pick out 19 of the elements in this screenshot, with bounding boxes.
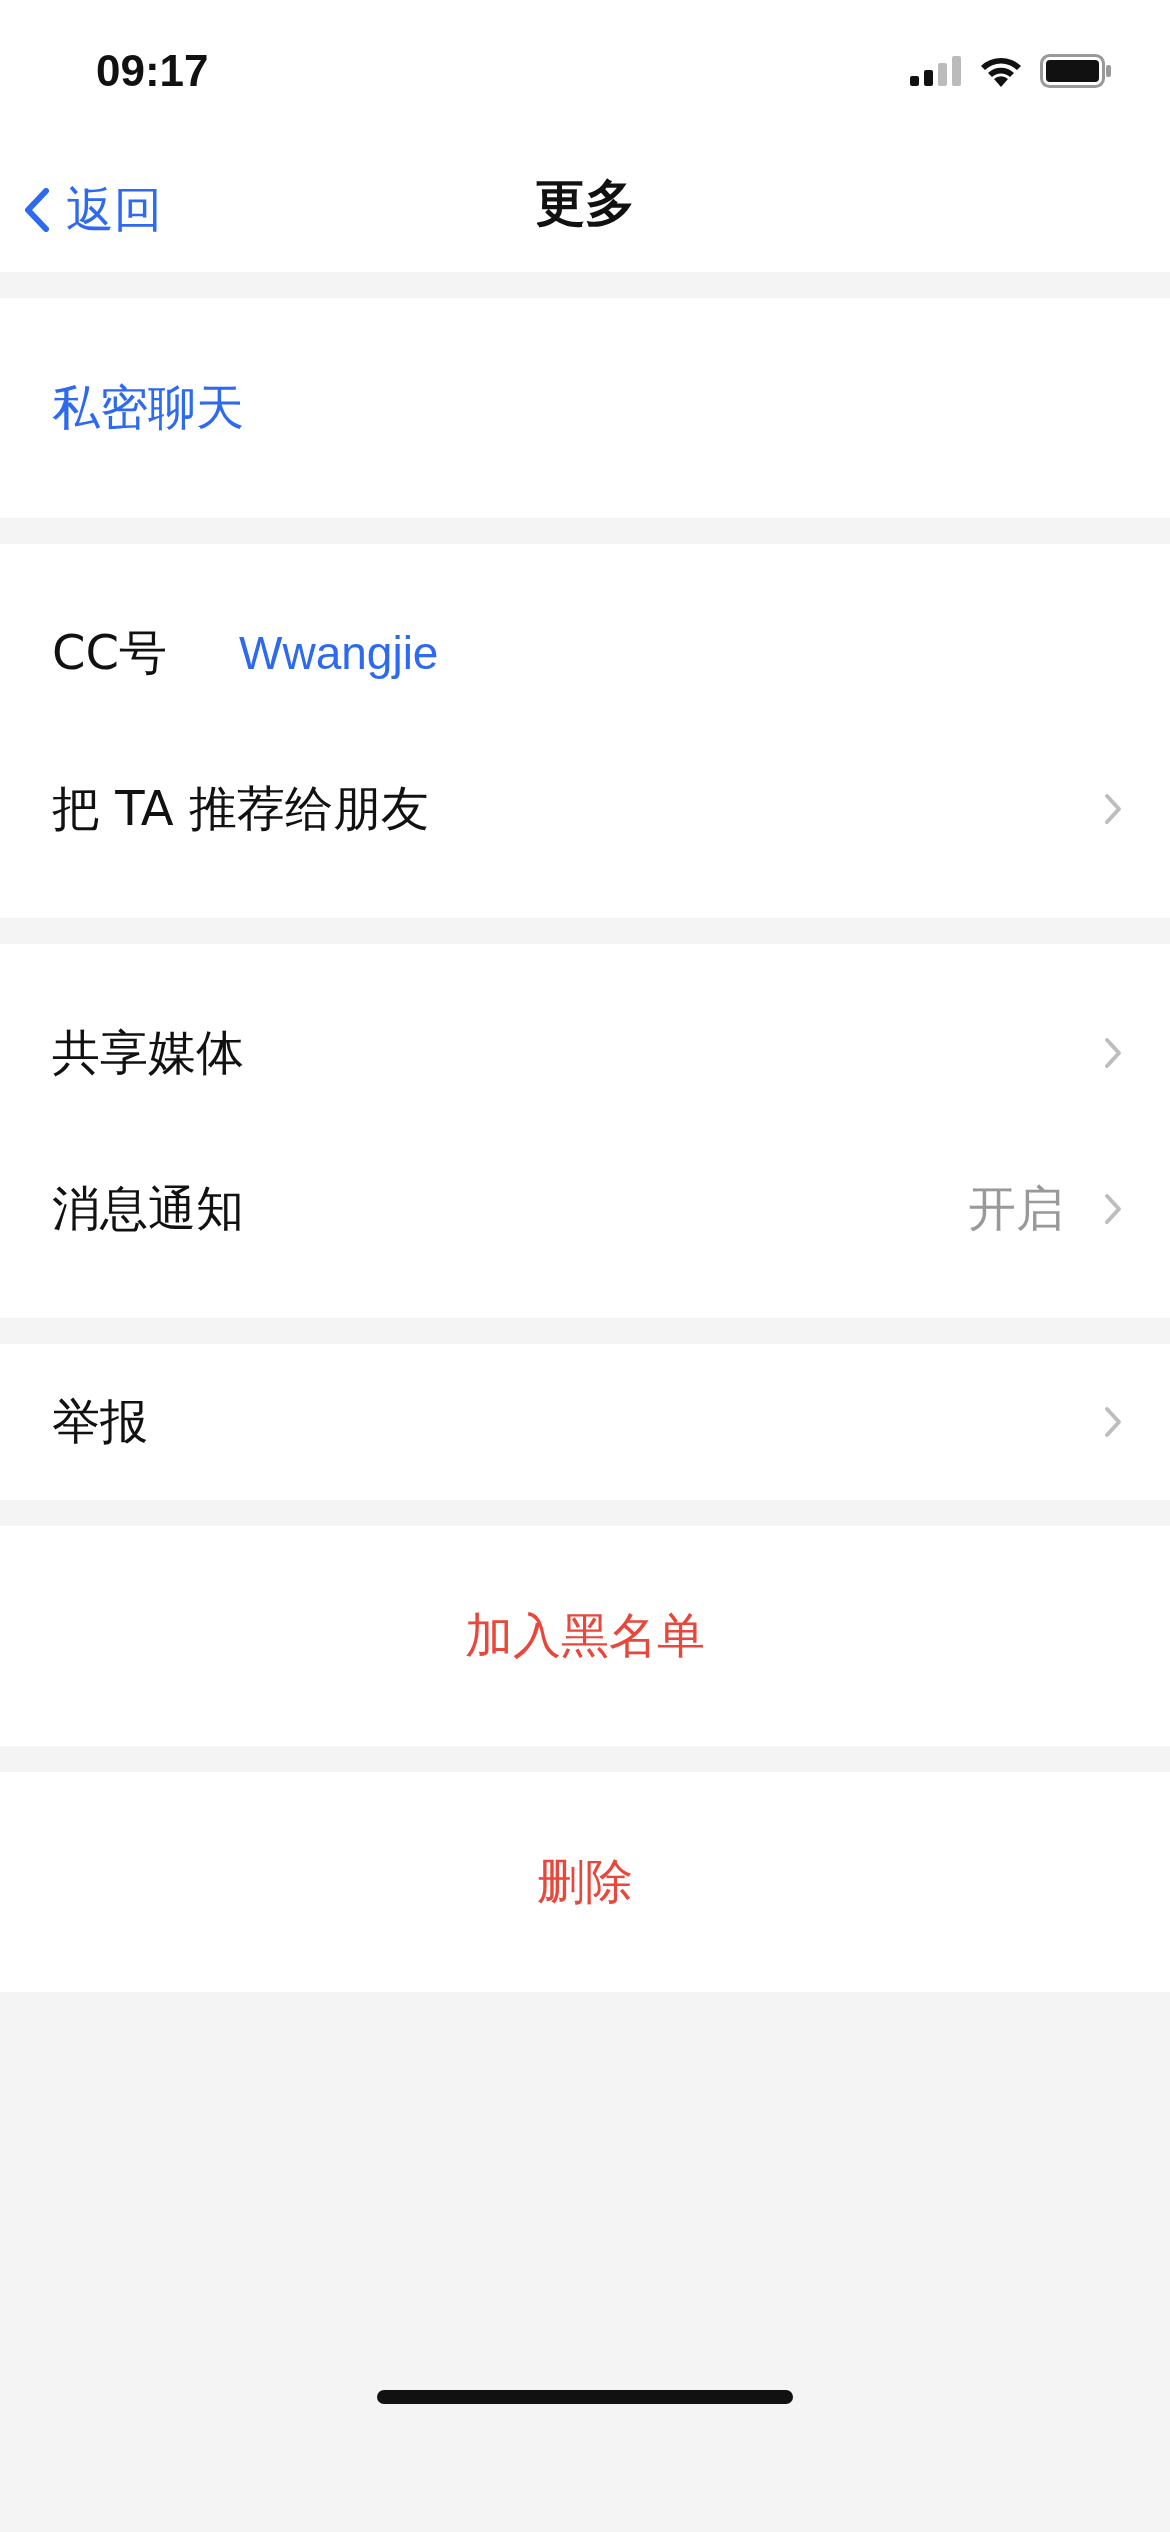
menu-item[interactable]: 私密聊天 <box>0 298 1170 518</box>
chevron-right-icon <box>1104 793 1122 825</box>
action-button[interactable]: 删除 <box>0 1772 1170 1992</box>
menu-item[interactable]: 把 TA 推荐给朋友 <box>0 731 1170 887</box>
action-button[interactable]: 加入黑名单 <box>0 1526 1170 1746</box>
menu-item[interactable]: 举报 <box>0 1344 1170 1500</box>
page-title: 更多 <box>535 172 635 234</box>
back-button[interactable]: 返回 <box>24 178 162 242</box>
chevron-right-icon <box>1104 1193 1122 1225</box>
status-time: 09:17 <box>96 46 209 96</box>
row-label: CC号 <box>52 623 168 682</box>
menu-item[interactable]: 共享媒体 <box>0 975 1170 1131</box>
chevron-right-icon <box>1104 1406 1122 1438</box>
back-chevron-icon <box>24 188 50 232</box>
chevron-right-icon <box>1104 1037 1122 1069</box>
menu-item[interactable]: 消息通知 开启 <box>0 1131 1170 1287</box>
row-value: Wwangjie <box>239 626 439 680</box>
signal-icon <box>910 56 962 86</box>
battery-icon <box>1040 54 1112 88</box>
